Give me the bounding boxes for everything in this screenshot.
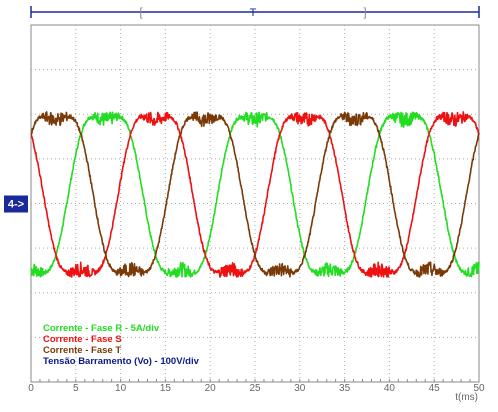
legend-entry: Corrente - Fase S [43,334,122,345]
x-tick-label: 45 [429,383,441,394]
timebase-bar: [ ] T [30,5,480,19]
trigger-marker: T [250,7,257,19]
x-tick-label: 35 [339,383,351,394]
oscilloscope-chart: [ ] T 4-> Corrente - Fase R - 5A/divCorr… [4,5,485,403]
legend-entry: Corrente - Fase T [43,345,121,356]
x-tick-label: 10 [115,383,127,394]
channel-marker: 4-> [4,195,28,213]
x-tick-label: 15 [160,383,172,394]
x-tick-label: 30 [294,383,306,394]
x-axis-tick-labels: 0 5 10 15 20 25 30 35 40 45 50 [28,383,485,394]
channel-marker-label: 4-> [8,199,24,211]
legend-entry: Corrente - Fase R - 5A/div [43,323,160,334]
bracket-right: ] [363,5,366,19]
x-tick-label: 5 [73,383,79,394]
x-tick-label: 20 [205,383,217,394]
x-tick-label: 0 [28,383,34,394]
legend-entry: Tensão Barramento (Vo) - 100V/div [43,356,200,367]
x-axis-label: t(ms) [455,392,478,403]
x-tick-label: 40 [384,383,396,394]
x-tick-label: 25 [249,383,261,394]
